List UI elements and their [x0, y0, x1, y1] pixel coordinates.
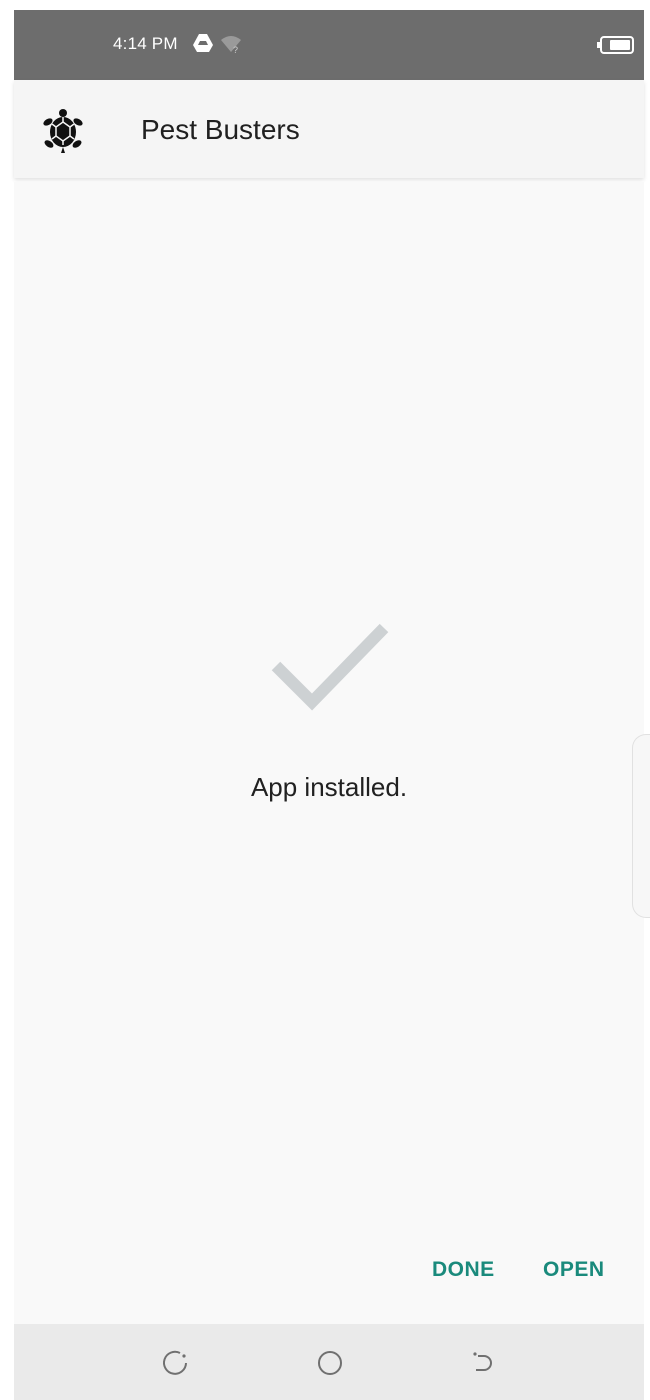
checkmark-icon — [271, 623, 389, 711]
status-bar: 4:14 PM ? — [14, 10, 644, 80]
install-result-panel: App installed. DONE OPEN — [14, 182, 650, 1324]
recent-apps-icon[interactable] — [160, 1348, 190, 1378]
wifi-icon: ? — [221, 36, 241, 54]
back-icon[interactable] — [468, 1348, 498, 1378]
edge-panel-handle[interactable] — [632, 734, 650, 918]
app-title: Pest Busters — [141, 114, 300, 145]
open-button[interactable]: OPEN — [543, 1258, 605, 1282]
install-status-message: App installed. — [250, 772, 408, 802]
done-button[interactable]: DONE — [432, 1258, 495, 1282]
status-time: 4:14 PM — [113, 34, 178, 53]
turtle-icon — [43, 109, 83, 153]
battery-icon — [597, 36, 634, 54]
app-bar: Pest Busters — [14, 80, 644, 178]
google-drive-icon — [193, 34, 213, 52]
home-icon[interactable] — [315, 1348, 345, 1378]
navigation-bar — [14, 1324, 644, 1400]
svg-text:?: ? — [233, 45, 238, 54]
